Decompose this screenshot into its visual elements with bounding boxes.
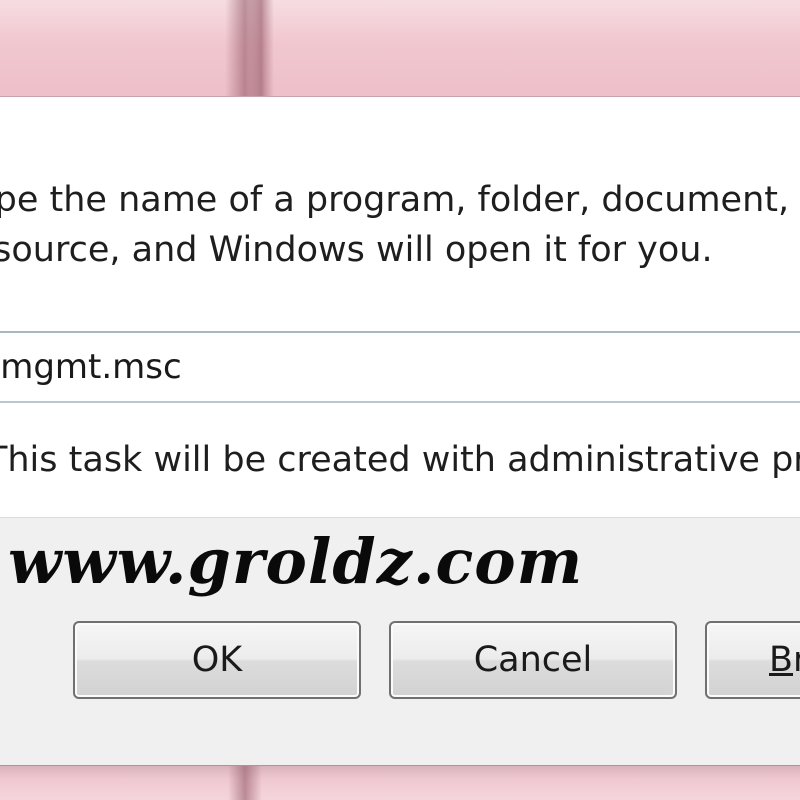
admin-privileges-note: This task will be created with administr… (0, 438, 800, 482)
open-command-input[interactable]: compmgmt.msc (0, 331, 800, 403)
dialog-message: Type the name of a program, folder, docu… (0, 175, 800, 275)
browse-button[interactable]: Browse... (705, 621, 800, 699)
site-watermark: www.groldz.com (8, 525, 584, 598)
browse-button-label: Browse... (769, 640, 800, 680)
admin-note-text: This task will be created with administr… (0, 440, 800, 480)
glass-reflection (248, 0, 274, 96)
run-dialog-window: Type the name of a program, folder, docu… (0, 0, 800, 800)
dialog-button-bar: www.groldz.com OK Cancel Browse... (0, 517, 800, 766)
open-command-value: compmgmt.msc (0, 347, 182, 387)
dialog-message-line: resource, and Windows will open it for y… (0, 230, 713, 270)
ok-button-label: OK (191, 640, 243, 680)
cancel-button[interactable]: Cancel (389, 621, 677, 699)
dialog-content: Type the name of a program, folder, docu… (0, 97, 800, 517)
cancel-button-label: Cancel (473, 640, 593, 680)
window-bottom-frame (0, 765, 800, 800)
window-title-bar[interactable] (0, 0, 800, 97)
glass-reflection (228, 766, 262, 800)
ok-button[interactable]: OK (73, 621, 361, 699)
dialog-message-line: Type the name of a program, folder, docu… (0, 180, 800, 220)
